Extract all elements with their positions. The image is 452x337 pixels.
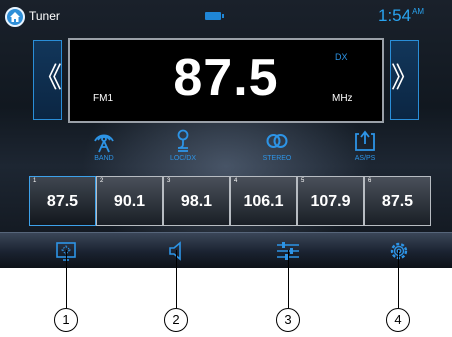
bottom-toolbar — [0, 232, 452, 268]
preset-4[interactable]: 4 106.1 — [230, 176, 297, 226]
callout-line-2 — [176, 250, 177, 308]
preset-frequency: 90.1 — [113, 193, 146, 210]
preset-frequency: 106.1 — [243, 193, 284, 210]
clock-time: 1:54 — [378, 6, 412, 25]
dx-indicator: DX — [335, 52, 348, 62]
preset-number: 3 — [167, 178, 171, 184]
preset-frequency: 87.5 — [381, 193, 414, 210]
preset-list: 1 87.5 2 90.1 3 98.1 4 106.1 5 107.9 6 8… — [29, 176, 433, 226]
callout-4: 4 — [386, 308, 410, 332]
callout-3: 3 — [276, 308, 300, 332]
preset-number: 2 — [100, 178, 104, 184]
stereo-button[interactable]: STEREO — [249, 129, 305, 169]
preset-1[interactable]: 1 87.5 — [29, 176, 96, 226]
seek-next-button[interactable]: 》 — [390, 40, 419, 120]
double-chevron-left-icon: 《 — [34, 61, 63, 94]
preset-number: 1 — [33, 178, 37, 184]
auto-store-icon — [355, 130, 375, 151]
battery-icon — [205, 12, 224, 20]
preset-6[interactable]: 6 87.5 — [364, 176, 431, 226]
preset-number: 6 — [368, 178, 372, 184]
band-label-text: BAND — [94, 155, 114, 162]
antenna-icon — [94, 134, 114, 153]
app-title: Tuner — [29, 9, 60, 23]
stereo-label: STEREO — [262, 155, 292, 162]
tuner-screen: Tuner 1:54AM 《 87.5 FM1 DX MHz 》 BAND LO… — [0, 0, 452, 268]
as-ps-button[interactable]: AS/PS — [337, 129, 393, 169]
callout-line-1 — [66, 250, 67, 308]
frequency-display: 87.5 FM1 DX MHz — [68, 38, 384, 123]
preset-3[interactable]: 3 98.1 — [163, 176, 230, 226]
seek-previous-button[interactable]: 《 — [33, 40, 62, 120]
callout-line-3 — [288, 250, 289, 308]
preset-number: 5 — [301, 178, 305, 184]
band-label: FM1 — [93, 93, 113, 104]
band-button[interactable]: BAND — [76, 129, 132, 169]
loc-dx-label: LOC/DX — [169, 155, 197, 162]
clock-ampm: AM — [412, 7, 425, 16]
callout-2: 2 — [164, 308, 188, 332]
gear-icon — [390, 242, 408, 260]
status-bar: Tuner 1:54AM — [0, 0, 452, 34]
double-chevron-right-icon: 》 — [391, 61, 420, 94]
stereo-icon — [266, 134, 288, 148]
home-icon — [10, 12, 20, 22]
callout-line-4 — [398, 250, 399, 308]
preset-number: 4 — [234, 178, 238, 184]
preset-frequency: 98.1 — [180, 193, 213, 210]
preset-frequency: 87.5 — [46, 193, 79, 210]
callout-1: 1 — [54, 308, 78, 332]
as-ps-label: AS/PS — [354, 155, 376, 162]
loc-dx-button[interactable]: LOC/DX — [155, 129, 211, 169]
clock: 1:54AM — [378, 6, 424, 26]
loc-dx-icon — [177, 129, 189, 152]
preset-frequency: 107.9 — [310, 193, 351, 210]
preset-2[interactable]: 2 90.1 — [96, 176, 163, 226]
settings-button[interactable] — [387, 240, 411, 262]
frequency-unit: MHz — [332, 93, 353, 104]
preset-5[interactable]: 5 107.9 — [297, 176, 364, 226]
home-button[interactable] — [5, 7, 25, 27]
